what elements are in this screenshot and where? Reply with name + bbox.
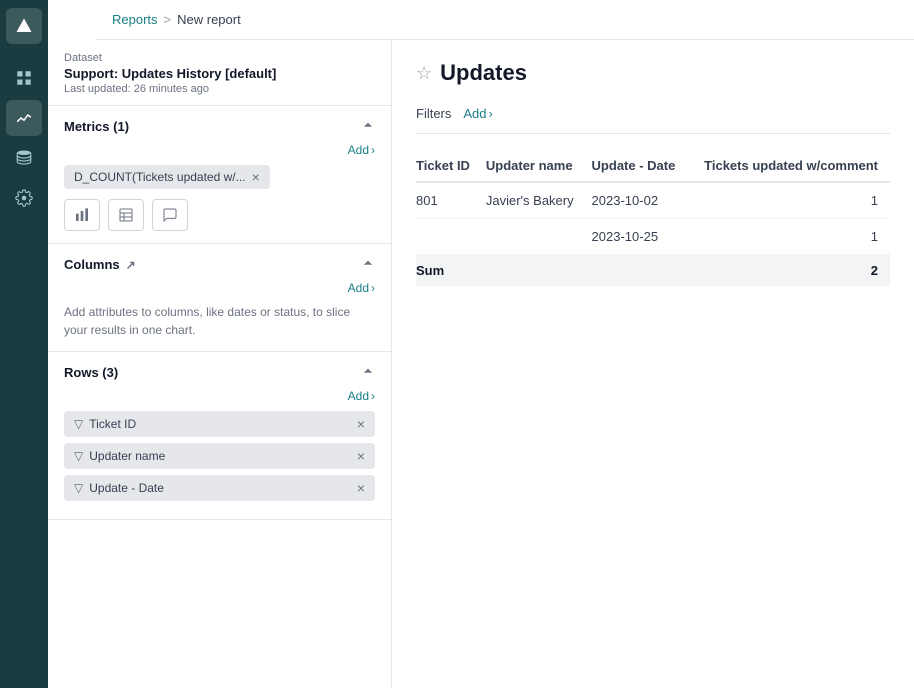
rows-list: ▽ Ticket ID × ▽ Updater name × ▽ Update … bbox=[64, 411, 375, 501]
nav-database[interactable] bbox=[6, 140, 42, 176]
sum-value: 2 bbox=[693, 255, 890, 287]
star-icon[interactable]: ☆ bbox=[416, 63, 432, 84]
filters-add-button[interactable]: Add › bbox=[463, 106, 492, 121]
columns-collapse-btn[interactable] bbox=[361, 256, 375, 273]
breadcrumb-separator: > bbox=[164, 12, 172, 27]
left-panel: Dataset Support: Updates History [defaul… bbox=[48, 40, 392, 688]
row-tag[interactable]: ▽ Ticket ID × bbox=[64, 411, 375, 437]
cell-ticket-id bbox=[416, 219, 486, 255]
cell-updater-name bbox=[486, 219, 592, 255]
sum-row: Sum 2 bbox=[416, 255, 890, 287]
breadcrumb-reports-link[interactable]: Reports bbox=[112, 12, 158, 27]
filter-icon: ▽ bbox=[74, 449, 83, 463]
report-title: Updates bbox=[440, 60, 527, 86]
row-tag-label: Ticket ID bbox=[89, 417, 136, 431]
columns-hint: Add attributes to columns, like dates or… bbox=[64, 303, 375, 339]
row-remove-btn[interactable]: × bbox=[357, 448, 365, 464]
filters-label: Filters bbox=[416, 106, 451, 121]
sum-label: Sum bbox=[416, 255, 486, 287]
nav-settings[interactable] bbox=[6, 180, 42, 216]
row-tag[interactable]: ▽ Update - Date × bbox=[64, 475, 375, 501]
filter-icon: ▽ bbox=[74, 481, 83, 495]
row-remove-btn[interactable]: × bbox=[357, 416, 365, 432]
col-tickets-count: Tickets updated w/comment bbox=[693, 150, 890, 182]
metric-remove-btn[interactable]: × bbox=[252, 170, 260, 184]
cell-ticket-id: 801 bbox=[416, 182, 486, 219]
metrics-section: Metrics (1) Add › D_COUNT(Tickets update… bbox=[48, 106, 391, 244]
columns-add-button[interactable]: Add › bbox=[348, 281, 375, 295]
chat-icon-btn[interactable] bbox=[152, 199, 188, 231]
rows-collapse-btn[interactable] bbox=[361, 364, 375, 381]
filter-icon: ▽ bbox=[74, 417, 83, 431]
table-body: 801 Javier's Bakery 2023-10-02 1 2023-10… bbox=[416, 182, 890, 255]
sum-empty-2 bbox=[592, 255, 694, 287]
table-icon-btn[interactable] bbox=[108, 199, 144, 231]
columns-section: Columns ↗ Add › Add attributes to column… bbox=[48, 244, 391, 352]
cell-count: 1 bbox=[693, 219, 890, 255]
row-tag-label: Updater name bbox=[89, 449, 165, 463]
data-table: Ticket ID Updater name Update - Date Tic… bbox=[416, 150, 890, 286]
cell-update-date: 2023-10-25 bbox=[592, 219, 694, 255]
metric-tag-text: D_COUNT(Tickets updated w/... bbox=[74, 170, 246, 184]
columns-export-icon: ↗ bbox=[126, 258, 136, 272]
row-tag[interactable]: ▽ Updater name × bbox=[64, 443, 375, 469]
nav-logo[interactable] bbox=[6, 8, 42, 44]
dataset-updated: Last updated: 26 minutes ago bbox=[64, 83, 375, 95]
dataset-header: Dataset Support: Updates History [defaul… bbox=[48, 40, 391, 106]
report-title-row: ☆ Updates bbox=[416, 60, 890, 86]
table-row: 801 Javier's Bakery 2023-10-02 1 bbox=[416, 182, 890, 219]
cell-count: 1 bbox=[693, 182, 890, 219]
table-header-row: Ticket ID Updater name Update - Date Tic… bbox=[416, 150, 890, 182]
bar-chart-icon-btn[interactable] bbox=[64, 199, 100, 231]
rows-section: Rows (3) Add › ▽ Ticket ID × ▽ bbox=[48, 352, 391, 520]
breadcrumb: Reports > New report bbox=[96, 0, 914, 40]
columns-title: Columns ↗ bbox=[64, 257, 136, 272]
metric-tag[interactable]: D_COUNT(Tickets updated w/... × bbox=[64, 165, 270, 189]
dataset-name: Support: Updates History [default] bbox=[64, 66, 375, 81]
cell-update-date: 2023-10-02 bbox=[592, 182, 694, 219]
cell-updater-name: Javier's Bakery bbox=[486, 182, 592, 219]
breadcrumb-current: New report bbox=[177, 12, 241, 27]
nav-chart[interactable] bbox=[6, 100, 42, 136]
col-update-date: Update - Date bbox=[592, 150, 694, 182]
rows-add-button[interactable]: Add › bbox=[348, 389, 375, 403]
metrics-collapse-btn[interactable] bbox=[361, 118, 375, 135]
rows-title: Rows (3) bbox=[64, 365, 118, 380]
col-updater-name: Updater name bbox=[486, 150, 592, 182]
metrics-title: Metrics (1) bbox=[64, 119, 129, 134]
col-ticket-id: Ticket ID bbox=[416, 150, 486, 182]
filters-row: Filters Add › bbox=[416, 106, 890, 134]
nav-dashboard[interactable] bbox=[6, 60, 42, 96]
right-panel: ☆ Updates Filters Add › Ticket ID Update… bbox=[392, 40, 914, 688]
sum-empty-1 bbox=[486, 255, 592, 287]
row-tag-label: Update - Date bbox=[89, 481, 164, 495]
chart-type-row bbox=[64, 199, 375, 231]
row-remove-btn[interactable]: × bbox=[357, 480, 365, 496]
sidebar-nav bbox=[0, 0, 48, 688]
table-row: 2023-10-25 1 bbox=[416, 219, 890, 255]
metrics-add-button[interactable]: Add › bbox=[348, 143, 375, 157]
dataset-label: Dataset bbox=[64, 52, 375, 64]
